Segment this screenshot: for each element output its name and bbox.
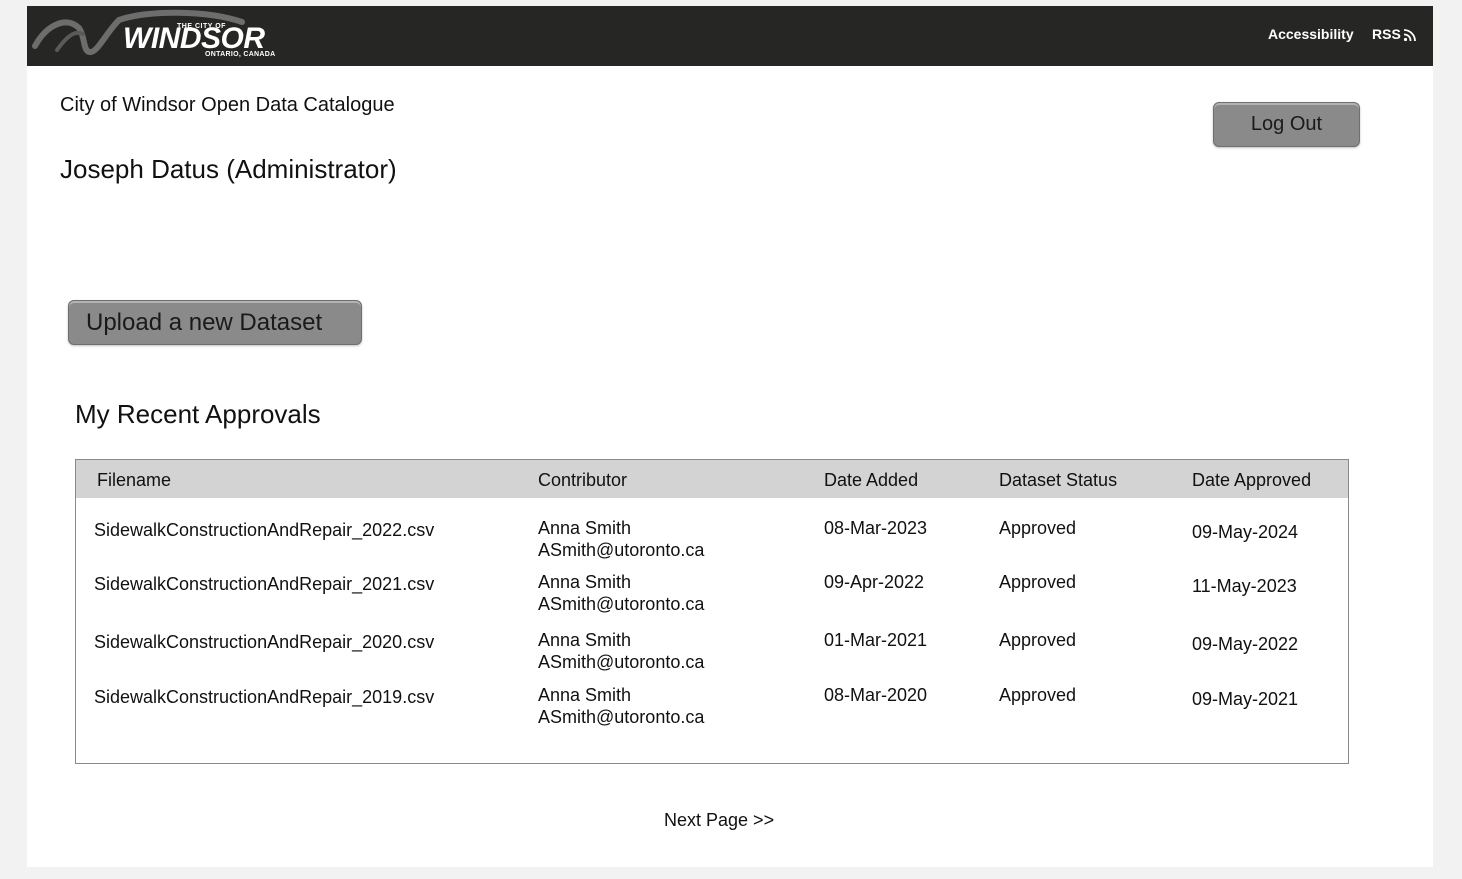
cell-status: Approved	[999, 572, 1077, 592]
accessibility-link[interactable]: Accessibility	[1268, 26, 1354, 42]
cell-filename[interactable]: SidewalkConstructionAndRepair_2020.csv	[94, 631, 434, 653]
contributor-name: Anna Smith	[538, 685, 632, 705]
cell-date-approved: 11-May-2023	[1192, 576, 1297, 596]
cell-date-added: 01-Mar-2021	[824, 630, 928, 650]
rss-feed-icon	[1403, 28, 1416, 41]
header-filename[interactable]: Filename	[97, 470, 171, 491]
rss-link[interactable]: RSS	[1372, 26, 1417, 42]
top-bar: THE CITY OF WINDSOR ONTARIO, CANADA Acce…	[27, 6, 1433, 66]
header-dataset-status[interactable]: Dataset Status	[999, 470, 1117, 491]
cell-filename[interactable]: SidewalkConstructionAndRepair_2022.csv	[94, 519, 434, 541]
contributor-email: ASmith@utoronto.ca	[538, 652, 705, 672]
page-frame: THE CITY OF WINDSOR ONTARIO, CANADA Acce…	[27, 6, 1433, 867]
upload-dataset-button[interactable]: Upload a new Dataset	[68, 300, 362, 345]
logout-button[interactable]: Log Out	[1213, 102, 1360, 147]
catalog-title: City of Windsor Open Data Catalogue	[60, 94, 395, 116]
cell-filename[interactable]: SidewalkConstructionAndRepair_2019.csv	[94, 686, 434, 708]
cell-date-approved: 09-May-2024	[1192, 522, 1299, 542]
cell-contributor: Anna Smith ASmith@utoronto.ca	[538, 517, 704, 561]
cell-status: Approved	[999, 630, 1077, 650]
cell-contributor: Anna Smith ASmith@utoronto.ca	[538, 571, 704, 615]
contributor-email: ASmith@utoronto.ca	[538, 540, 705, 560]
header-contributor[interactable]: Contributor	[538, 470, 627, 491]
approvals-table: Filename Contributor Date Added Dataset …	[75, 459, 1349, 764]
cell-contributor: Anna Smith ASmith@utoronto.ca	[538, 629, 704, 673]
cell-status: Approved	[999, 518, 1077, 538]
cell-date-approved: 09-May-2022	[1192, 634, 1299, 654]
cell-contributor: Anna Smith ASmith@utoronto.ca	[538, 684, 704, 728]
table-header: Filename Contributor Date Added Dataset …	[76, 460, 1348, 498]
contributor-name: Anna Smith	[538, 518, 632, 538]
rss-label: RSS	[1372, 26, 1401, 42]
cell-date-added: 09-Apr-2022	[824, 572, 925, 592]
cell-date-approved: 09-May-2021	[1192, 689, 1299, 709]
header-date-approved[interactable]: Date Approved	[1192, 470, 1311, 491]
cell-status: Approved	[999, 685, 1077, 705]
section-title: My Recent Approvals	[75, 399, 321, 429]
logo-region: ONTARIO, CANADA	[205, 51, 276, 58]
contributor-email: ASmith@utoronto.ca	[538, 707, 705, 727]
city-of-windsor-logo[interactable]: THE CITY OF WINDSOR ONTARIO, CANADA	[27, 6, 297, 66]
contributor-name: Anna Smith	[538, 572, 632, 592]
cell-date-added: 08-Mar-2020	[824, 685, 928, 705]
logo-windsor: WINDSOR	[123, 22, 265, 55]
header-date-added[interactable]: Date Added	[824, 470, 918, 491]
cell-filename[interactable]: SidewalkConstructionAndRepair_2021.csv	[94, 573, 434, 595]
next-page-link[interactable]: Next Page >>	[664, 810, 774, 831]
contributor-name: Anna Smith	[538, 630, 632, 650]
cell-date-added: 08-Mar-2023	[824, 518, 928, 538]
user-name: Joseph Datus (Administrator)	[60, 154, 397, 184]
contributor-email: ASmith@utoronto.ca	[538, 594, 705, 614]
